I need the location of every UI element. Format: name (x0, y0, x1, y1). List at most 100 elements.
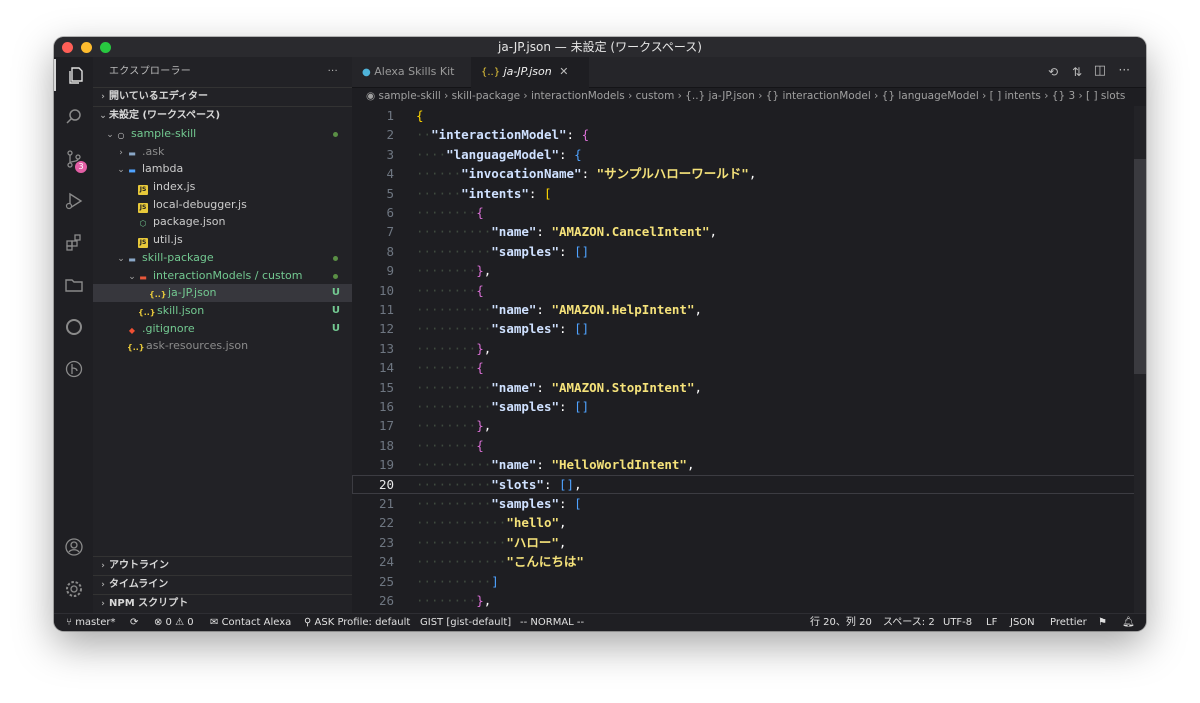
tree-item[interactable]: JS util.js (93, 231, 352, 249)
code-line[interactable]: 10 ········{ (352, 281, 1146, 300)
tree-item[interactable]: ⌄ ○ sample-skill (93, 125, 352, 143)
gitlens-icon (65, 360, 82, 378)
code-line[interactable]: 16 ··········"samples": [] (352, 397, 1146, 416)
code-line[interactable]: 23 ············"ハロー", (352, 533, 1146, 552)
branch-status[interactable]: ⑂ master* (66, 614, 115, 631)
code-line[interactable]: 7 ··········"name": "AMAZON.CancelIntent"… (352, 222, 1146, 241)
code-line[interactable]: 5 ······"intents": [ (352, 184, 1146, 203)
tree-item[interactable]: ⬡ package.json (93, 213, 352, 231)
modified-dot-indicator (333, 273, 338, 279)
collapsed-section[interactable]: › アウトライン (93, 556, 352, 575)
encoding-status[interactable]: UTF-8 (943, 614, 972, 631)
breadcrumb-item[interactable]: {} interactionModel (766, 90, 871, 102)
source-control-activity[interactable]: 3 (54, 143, 93, 175)
line-number: 11 (378, 302, 394, 317)
search-activity[interactable] (54, 101, 93, 133)
collapsed-section[interactable]: › NPM スクリプト (93, 594, 352, 613)
close-tab-icon[interactable]: ✕ (559, 65, 568, 78)
tab-alexa-skills-kit[interactable]: ● Alexa Skills Kit (352, 57, 480, 87)
code-line[interactable]: 20 ··········"slots": [], (352, 474, 1146, 494)
code-line[interactable]: 4 ······"invocationName": "サンプルハローワールド", (352, 164, 1146, 183)
breadcrumb-item[interactable]: [ ] intents (990, 90, 1041, 102)
prettier-status[interactable]: Prettier (1050, 614, 1087, 631)
code-line[interactable]: 11 ··········"name": "AMAZON.HelpIntent", (352, 300, 1146, 319)
breadcrumb-item[interactable]: [ ] slots (1086, 90, 1125, 102)
breadcrumb-item[interactable]: {} 3 (1052, 90, 1075, 102)
tree-item[interactable]: JS index.js (93, 178, 352, 196)
code-line[interactable]: 24 ············"こんにちは" (352, 552, 1146, 571)
timeline-icon[interactable]: ⟲ (1048, 65, 1058, 79)
cursor-position-status[interactable]: 行 20、列 20 (810, 614, 872, 631)
close-window-button[interactable] (62, 42, 73, 53)
eol-status[interactable]: LF (986, 614, 997, 631)
code-line[interactable]: 22 ············"hello", (352, 513, 1146, 532)
editor-more-icon[interactable]: ··· (1119, 63, 1130, 77)
notifications-icon[interactable]: 🔔︎ (1122, 614, 1135, 631)
line-number: 9 (386, 263, 394, 279)
tree-item[interactable]: ⌄ ▬ lambda (93, 160, 352, 178)
tab-ja-jp-json[interactable]: {..} ja-JP.json ✕ (471, 57, 589, 88)
collapsed-section[interactable]: › タイムライン (93, 575, 352, 594)
code-line[interactable]: 26 ········}, (352, 591, 1146, 610)
tree-item[interactable]: ⌄ ▬ interactionModels / custom (93, 267, 352, 285)
tree-item[interactable]: {..} skill.json U (93, 302, 352, 320)
breadcrumb-item[interactable]: skill-package (452, 90, 520, 102)
code-editor[interactable]: 1{2 ··"interactionModel": {3 ····"language… (352, 106, 1146, 613)
ask-profile-status[interactable]: ⚲ ASK Profile: default (304, 614, 410, 631)
code-line[interactable]: 18 ········{ (352, 436, 1146, 455)
run-debug-activity[interactable] (54, 185, 93, 217)
code-line[interactable]: 15 ··········"name": "AMAZON.StopIntent", (352, 378, 1146, 397)
split-editor-icon[interactable]: ◫ (1094, 63, 1106, 78)
breadcrumb-item[interactable]: sample-skill (379, 90, 441, 102)
code-line[interactable]: 9 ········}, (352, 261, 1146, 280)
problems-status[interactable]: ⊗ 0 ⚠ 0 (154, 614, 194, 631)
more-actions-button[interactable]: ··· (328, 57, 338, 87)
workspace-section[interactable]: ⌄ 未設定 (ワークスペース) (93, 106, 352, 125)
code-line[interactable]: 25 ··········] (352, 572, 1146, 591)
breadcrumb-item[interactable]: {..} ja-JP.json (685, 90, 755, 102)
tree-item[interactable]: ◆ .gitignore U (93, 320, 352, 338)
editor-scrollbar[interactable] (1134, 106, 1146, 613)
extensions-activity[interactable] (54, 227, 93, 259)
maximize-window-button[interactable] (100, 42, 111, 53)
code-line[interactable]: 19 ··········"name": "HelloWorldIntent", (352, 455, 1146, 474)
gist-status[interactable]: GIST [gist-default] (420, 614, 511, 631)
compare-changes-icon[interactable]: ⇅ (1072, 65, 1082, 79)
contact-alexa-status[interactable]: ✉ Contact Alexa (210, 614, 291, 631)
open-editors-section[interactable]: › 開いているエディター (93, 87, 352, 106)
code-line[interactable]: 3 ····"languageModel": { (352, 145, 1146, 164)
code-line[interactable]: 1{ (352, 106, 1146, 125)
code-line[interactable]: 6 ········{ (352, 203, 1146, 222)
npm-package-icon: ⬡ (139, 219, 147, 229)
language-status[interactable]: JSON (1010, 614, 1035, 631)
code-line[interactable]: 21 ··········"samples": [ (352, 494, 1146, 513)
tree-item[interactable]: {..} ask-resources.json (93, 337, 352, 355)
minimize-window-button[interactable] (81, 42, 92, 53)
code-line[interactable]: 12 ··········"samples": [] (352, 319, 1146, 338)
settings-activity[interactable] (54, 573, 93, 605)
feedback-icon[interactable]: ⚑ (1098, 614, 1107, 631)
indentation-status[interactable]: スペース: 2 (883, 614, 935, 631)
code-text: ········}, (416, 263, 492, 279)
tree-item[interactable]: ⌄ ▬ skill-package (93, 249, 352, 267)
tree-item[interactable]: {..} ja-JP.json U (93, 284, 352, 302)
vim-mode-status: -- NORMAL -- (520, 617, 585, 628)
sync-icon[interactable]: ⟳ (130, 614, 138, 631)
alexa-activity[interactable] (54, 311, 93, 343)
scrollbar-thumb[interactable] (1134, 159, 1146, 374)
code-line[interactable]: 8 ··········"samples": [] (352, 242, 1146, 261)
folder-activity[interactable] (54, 269, 93, 301)
breadcrumb-item[interactable]: interactionModels (531, 90, 625, 102)
account-activity[interactable] (54, 531, 93, 563)
json-tab-icon: {..} (481, 67, 501, 78)
code-line[interactable]: 14 ········{ (352, 358, 1146, 377)
tree-item[interactable]: › ▬ .ask (93, 143, 352, 161)
code-line[interactable]: 2 ··"interactionModel": { (352, 125, 1146, 144)
explorer-activity[interactable] (54, 59, 95, 91)
breadcrumb-item[interactable]: custom (636, 90, 675, 102)
breadcrumb-item[interactable]: {} languageModel (882, 90, 979, 102)
tree-item[interactable]: JS local-debugger.js (93, 196, 352, 214)
gitlens-activity[interactable] (54, 353, 93, 385)
code-line[interactable]: 13 ········}, (352, 339, 1146, 358)
code-line[interactable]: 17 ········}, (352, 416, 1146, 435)
